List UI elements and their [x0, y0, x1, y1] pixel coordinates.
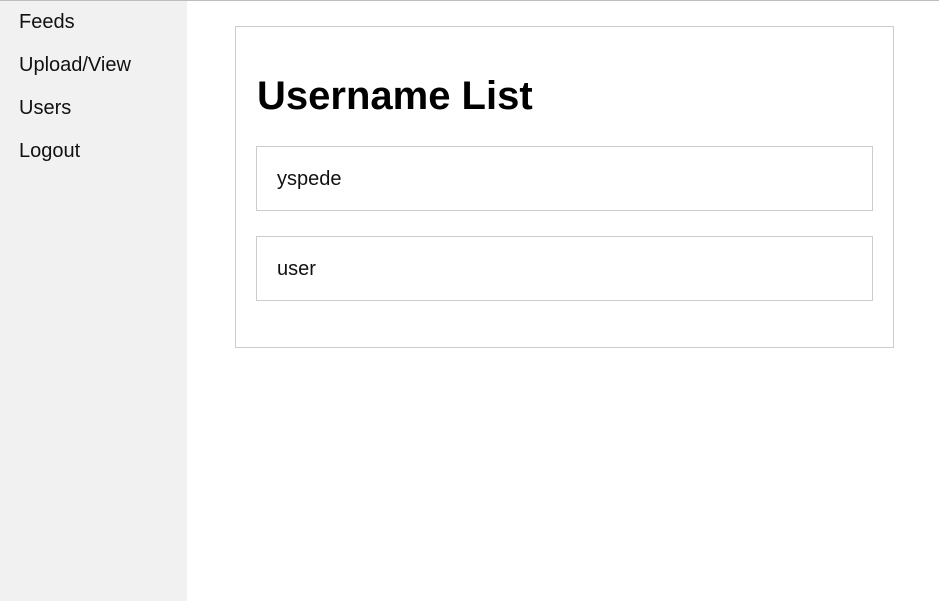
page-title: Username List — [257, 74, 533, 118]
list-item[interactable]: yspede — [256, 146, 873, 211]
sidebar-item-users[interactable]: Users — [19, 96, 71, 120]
sidebar-item-upload-view[interactable]: Upload/View — [19, 53, 131, 77]
sidebar-item-feeds[interactable]: Feeds — [19, 10, 75, 34]
username-list-card: Username List yspede user — [235, 26, 894, 348]
list-item[interactable]: user — [256, 236, 873, 301]
sidebar: Feeds Upload/View Users Logout — [0, 1, 187, 601]
sidebar-item-logout[interactable]: Logout — [19, 139, 80, 163]
